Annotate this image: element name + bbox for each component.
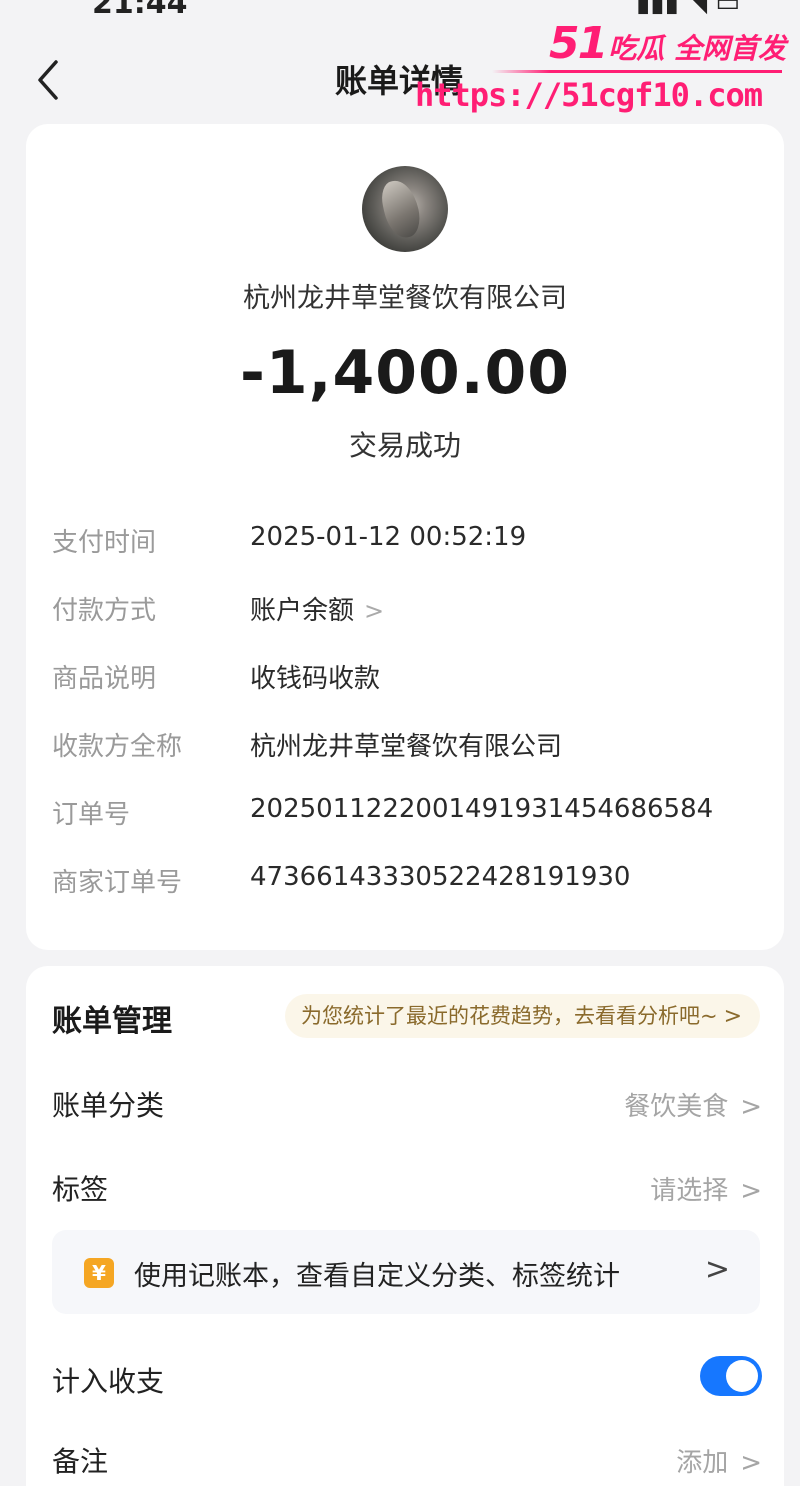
detail-row-pay-time: 支付时间 2025-01-12 00:52:19 — [52, 522, 772, 562]
row-label: 账单分类 — [52, 1089, 165, 1122]
detail-label: 支付时间 — [52, 528, 157, 558]
row-include-in-stats: 计入收支 — [52, 1356, 762, 1404]
detail-value: 47366143330522428191930 — [250, 862, 631, 892]
detail-label: 订单号 — [52, 800, 131, 830]
row-value-wrap: 请选择 > — [650, 1170, 762, 1207]
chevron-right-icon: > — [740, 1176, 762, 1206]
detail-row-payee: 收款方全称 杭州龙井草堂餐饮有限公司 — [52, 726, 772, 766]
chevron-right-icon: > — [740, 1448, 762, 1478]
chevron-right-icon: > — [704, 1252, 730, 1287]
watermark: 51吃瓜 全网首发 https://51cgf10.com — [415, 18, 792, 118]
row-value: 餐饮美食 — [624, 1092, 729, 1122]
detail-row-payment-method[interactable]: 付款方式 账户余额 > — [52, 590, 772, 630]
detail-label: 商品说明 — [52, 664, 157, 694]
ledger-icon: ¥ — [84, 1258, 114, 1288]
row-value-wrap: 餐饮美食 > — [624, 1086, 762, 1123]
status-icons: ▮▮▮ ◥ ▭ — [635, 0, 740, 18]
watermark-slogan: 吃瓜 全网首发 — [608, 32, 786, 65]
include-toggle[interactable] — [700, 1356, 762, 1396]
row-label: 计入收支 — [52, 1365, 165, 1398]
row-value-wrap: 添加 > — [676, 1442, 762, 1479]
analysis-tip-button[interactable]: 为您统计了最近的花费趋势，去看看分析吧~ > — [284, 994, 760, 1038]
detail-value: 2025-01-12 00:52:19 — [250, 522, 527, 552]
analysis-tip-text: 为您统计了最近的花费趋势，去看看分析吧~ — [300, 1004, 718, 1028]
row-note[interactable]: 备注 添加 > — [52, 1436, 762, 1484]
watermark-brand-line: 51吃瓜 全网首发 — [549, 18, 786, 69]
row-bill-category[interactable]: 账单分类 餐饮美食 > — [52, 1080, 762, 1128]
status-time: 21:44 — [92, 0, 188, 21]
detail-value: 2025011222001491931454686584 — [250, 794, 714, 824]
chevron-right-icon: > — [740, 1092, 762, 1122]
row-label: 备注 — [52, 1445, 109, 1478]
row-tag[interactable]: 标签 请选择 > — [52, 1164, 762, 1212]
chevron-right-icon: > — [723, 1004, 742, 1029]
row-value: 添加 — [676, 1448, 729, 1478]
status-bar: 21:44 ▮▮▮ ◥ ▭ — [0, 0, 800, 21]
section-title: 账单管理 — [52, 1004, 172, 1039]
detail-row-order-no: 订单号 2025011222001491931454686584 — [52, 794, 772, 834]
ledger-promo-banner[interactable]: ¥ 使用记账本，查看自定义分类、标签统计 > — [52, 1230, 760, 1314]
row-label: 标签 — [52, 1173, 109, 1206]
detail-label: 付款方式 — [52, 596, 157, 626]
watermark-divider — [492, 70, 782, 73]
detail-value-wrap[interactable]: 账户余额 > — [250, 590, 384, 627]
promo-text: 使用记账本，查看自定义分类、标签统计 — [134, 1261, 620, 1292]
detail-label: 商家订单号 — [52, 868, 183, 898]
watermark-brand: 51 — [549, 18, 608, 69]
row-value: 请选择 — [650, 1176, 729, 1206]
transaction-status: 交易成功 — [348, 429, 461, 462]
detail-label: 收款方全称 — [52, 732, 183, 762]
transaction-amount: -1,400.00 — [240, 338, 570, 408]
detail-row-merchant-order-no: 商家订单号 47366143330522428191930 — [52, 862, 772, 902]
bill-management-card: 账单管理 为您统计了最近的花费趋势，去看看分析吧~ > 账单分类 餐饮美食 > 标签… — [26, 966, 784, 1486]
merchant-name: 杭州龙井草堂餐饮有限公司 — [243, 283, 567, 314]
watermark-url: https://51cgf10.com — [414, 76, 763, 114]
merchant-avatar — [362, 166, 448, 252]
chevron-right-icon: > — [364, 597, 385, 625]
detail-value: 账户余额 — [250, 596, 355, 626]
transaction-card: 杭州龙井草堂餐饮有限公司 -1,400.00 交易成功 支付时间 2025-01… — [26, 124, 784, 950]
detail-row-product-desc: 商品说明 收钱码收款 — [52, 658, 772, 698]
detail-value: 杭州龙井草堂餐饮有限公司 — [250, 732, 563, 762]
detail-value: 收钱码收款 — [250, 664, 381, 694]
